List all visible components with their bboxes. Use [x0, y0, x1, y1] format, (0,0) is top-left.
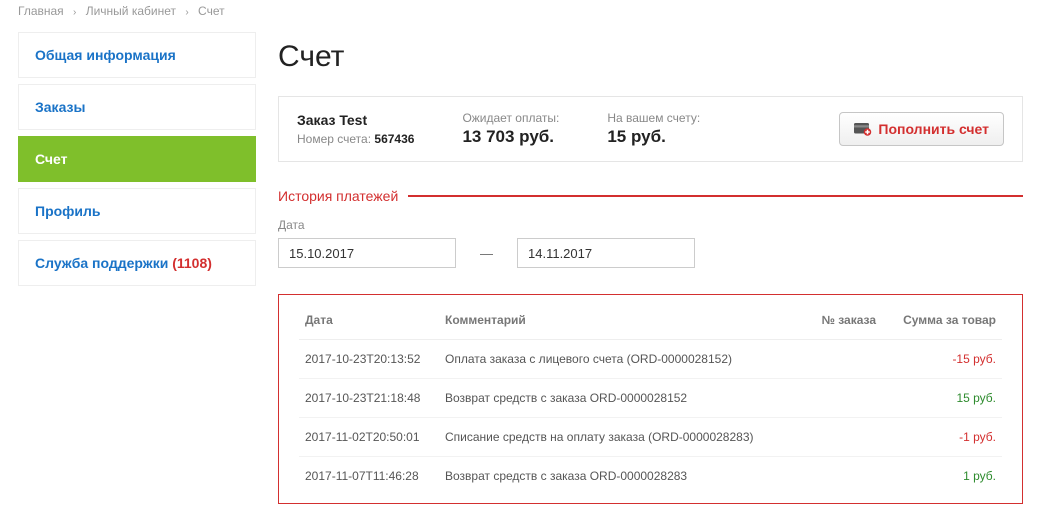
sidebar-item-label: Служба поддержки	[35, 255, 168, 271]
chevron-right-icon: ›	[73, 7, 76, 18]
breadcrumb-cabinet[interactable]: Личный кабинет	[86, 4, 176, 18]
sidebar-item-profile[interactable]: Профиль	[18, 188, 256, 234]
sidebar-item-label: Общая информация	[35, 47, 176, 63]
cell-comment: Списание средств на оплату заказа (ORD-0…	[439, 418, 772, 457]
topup-button[interactable]: Пополнить счет	[839, 112, 1004, 146]
chevron-right-icon: ›	[185, 7, 188, 18]
main-content: Счет Заказ Test Номер счета: 567436 Ожид…	[278, 32, 1023, 504]
table-row: 2017-11-07T11:46:28Возврат средств с зак…	[299, 457, 1002, 496]
cell-comment: Возврат средств с заказа ORD-0000028152	[439, 379, 772, 418]
history-heading: История платежей	[278, 188, 1023, 204]
cell-date: 2017-11-07T11:46:28	[299, 457, 439, 496]
history-title-text: История платежей	[278, 188, 398, 204]
divider-line	[408, 195, 1023, 197]
sidebar-item-account[interactable]: Счет	[18, 136, 256, 182]
balance-value: 15 руб.	[607, 127, 700, 147]
cell-order	[772, 379, 882, 418]
date-filter: Дата —	[278, 218, 1023, 268]
topup-label: Пополнить счет	[878, 121, 989, 137]
date-label: Дата	[278, 218, 1023, 232]
summary-order: Заказ Test Номер счета: 567436	[297, 112, 414, 146]
breadcrumb: Главная › Личный кабинет › Счет	[18, 0, 1023, 32]
cell-comment: Оплата заказа с лицевого счета (ORD-0000…	[439, 340, 772, 379]
cell-date: 2017-10-23T20:13:52	[299, 340, 439, 379]
cell-sum: -15 руб.	[882, 340, 1002, 379]
summary-action: Пополнить счет	[839, 112, 1004, 146]
cell-sum: 1 руб.	[882, 457, 1002, 496]
sidebar-item-info[interactable]: Общая информация	[18, 32, 256, 78]
card-plus-icon	[854, 122, 872, 136]
page-title: Счет	[278, 40, 1023, 74]
summary-pending: Ожидает оплаты: 13 703 руб.	[462, 111, 559, 147]
th-comment: Комментарий	[439, 295, 772, 340]
date-to-input[interactable]	[517, 238, 695, 268]
sidebar: Общая информация Заказы Счет Профиль Слу…	[18, 32, 256, 292]
cell-date: 2017-10-23T21:18:48	[299, 379, 439, 418]
history-table-container: Дата Комментарий № заказа Сумма за товар…	[278, 294, 1023, 504]
table-row: 2017-11-02T20:50:01Списание средств на о…	[299, 418, 1002, 457]
breadcrumb-account: Счет	[198, 4, 225, 18]
support-count: (1108)	[172, 255, 212, 271]
history-table: Дата Комментарий № заказа Сумма за товар…	[299, 295, 1002, 495]
balance-label: На вашем счету:	[607, 111, 700, 125]
th-sum: Сумма за товар	[882, 295, 1002, 340]
account-number: Номер счета: 567436	[297, 132, 414, 146]
cell-comment: Возврат средств с заказа ORD-0000028283	[439, 457, 772, 496]
cell-order	[772, 457, 882, 496]
date-range-dash: —	[480, 246, 493, 261]
order-name: Заказ Test	[297, 112, 414, 128]
th-order: № заказа	[772, 295, 882, 340]
pending-value: 13 703 руб.	[462, 127, 559, 147]
cell-sum: -1 руб.	[882, 418, 1002, 457]
summary-balance: На вашем счету: 15 руб.	[607, 111, 700, 147]
cell-date: 2017-11-02T20:50:01	[299, 418, 439, 457]
sidebar-item-label: Счет	[35, 151, 68, 167]
sidebar-item-label: Профиль	[35, 203, 101, 219]
table-row: 2017-10-23T20:13:52Оплата заказа с лицев…	[299, 340, 1002, 379]
pending-label: Ожидает оплаты:	[462, 111, 559, 125]
cell-sum: 15 руб.	[882, 379, 1002, 418]
cell-order	[772, 340, 882, 379]
sidebar-item-orders[interactable]: Заказы	[18, 84, 256, 130]
account-summary: Заказ Test Номер счета: 567436 Ожидает о…	[278, 96, 1023, 162]
cell-order	[772, 418, 882, 457]
date-from-input[interactable]	[278, 238, 456, 268]
sidebar-item-label: Заказы	[35, 99, 85, 115]
sidebar-item-support[interactable]: Служба поддержки (1108)	[18, 240, 256, 286]
table-row: 2017-10-23T21:18:48Возврат средств с зак…	[299, 379, 1002, 418]
breadcrumb-home[interactable]: Главная	[18, 4, 64, 18]
th-date: Дата	[299, 295, 439, 340]
